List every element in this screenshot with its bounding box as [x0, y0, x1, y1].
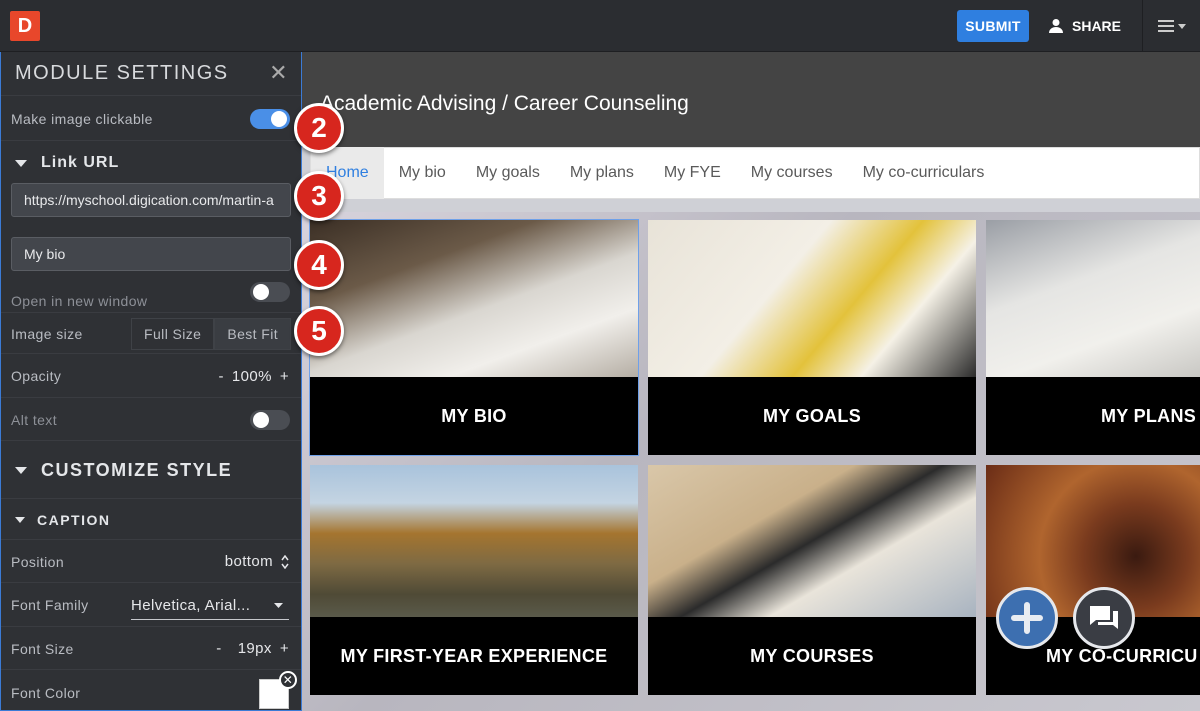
hamburger-icon	[1157, 20, 1174, 32]
main-menu-button[interactable]	[1142, 0, 1200, 52]
nav-my-goals[interactable]: My goals	[461, 147, 555, 199]
font-family-label: Font Family	[11, 597, 89, 613]
font-color-row: Font Color ✕	[1, 671, 301, 710]
tile-my-plans[interactable]: MY PLANS	[986, 220, 1200, 455]
plus-icon	[1011, 602, 1043, 634]
close-icon[interactable]: ✕	[269, 62, 289, 84]
nav-my-fye[interactable]: My FYE	[649, 147, 736, 199]
site-nav: Home My bio My goals My plans My FYE My …	[310, 147, 1200, 199]
link-text-field[interactable]: My bio	[11, 237, 291, 271]
callout-badge: 5	[294, 306, 344, 356]
tile-my-goals[interactable]: MY GOALS	[648, 220, 976, 455]
campus-bridge-image	[310, 465, 638, 617]
tile-my-co-curriculars[interactable]: MY CO-CURRICU	[986, 465, 1200, 695]
callout-badge: 2	[294, 103, 344, 153]
opacity-value: 100%	[231, 367, 272, 385]
opacity-label: Opacity	[11, 368, 62, 384]
opacity-row: Opacity - 100% +	[1, 355, 301, 398]
font-size-value: 19px	[237, 640, 272, 657]
clear-color-icon[interactable]: ✕	[279, 671, 297, 689]
tile-my-bio[interactable]: MY BIO	[309, 219, 639, 456]
alt-text-label: Alt text	[11, 411, 57, 428]
nav-my-courses[interactable]: My courses	[736, 147, 848, 199]
tile-caption: MY GOALS	[648, 377, 976, 455]
image-size-label: Image size	[11, 325, 83, 342]
panel-title-row: MODULE SETTINGS ✕	[1, 52, 301, 96]
tile-my-first-year-experience[interactable]: MY FIRST-YEAR EXPERIENCE	[310, 465, 638, 695]
comments-button[interactable]	[1073, 587, 1135, 649]
nav-my-co-curriculars[interactable]: My co-curriculars	[848, 147, 1000, 199]
tile-caption: MY PLANS	[986, 377, 1200, 455]
caption-heading: CAPTION	[37, 511, 111, 528]
font-size-row: Font Size - 19px +	[1, 628, 301, 670]
opacity-stepper: - 100% +	[218, 368, 289, 385]
new-window-toggle[interactable]	[250, 282, 290, 302]
link-url-heading: Link URL	[41, 154, 120, 171]
font-family-select[interactable]: Helvetica, Arial...	[131, 592, 289, 620]
person-icon	[1049, 19, 1063, 33]
best-fit-option[interactable]: Best Fit	[214, 318, 291, 350]
page-preview: Academic Advising / Career Counseling Ho…	[302, 52, 1200, 711]
caret-down-icon	[274, 603, 283, 608]
customize-style-heading: CUSTOMIZE STYLE	[41, 459, 233, 480]
tile-caption: MY FIRST-YEAR EXPERIENCE	[310, 617, 638, 695]
callout-badge: 4	[294, 240, 344, 290]
customize-style-row[interactable]: CUSTOMIZE STYLE	[1, 442, 301, 499]
panel-title: MODULE SETTINGS	[15, 62, 229, 84]
opacity-increase-button[interactable]: +	[280, 368, 289, 385]
full-size-option[interactable]: Full Size	[131, 318, 215, 350]
collapse-triangle-icon	[15, 466, 27, 474]
make-clickable-label: Make image clickable	[11, 110, 153, 127]
position-value: bottom	[224, 553, 273, 570]
new-window-label: Open in new window	[11, 293, 148, 309]
make-clickable-row: Make image clickable	[1, 97, 301, 141]
position-select[interactable]: bottom	[225, 553, 289, 570]
link-url-heading-row[interactable]: Link URL	[1, 142, 301, 184]
collapse-triangle-icon	[15, 159, 27, 167]
submit-button[interactable]: SUBMIT	[957, 10, 1029, 42]
add-module-button[interactable]	[996, 587, 1058, 649]
notebook-pencil-image	[310, 220, 638, 377]
planner-image	[986, 220, 1200, 377]
font-size-label: Font Size	[11, 640, 74, 657]
position-label: Position	[11, 553, 65, 570]
font-color-label: Font Color	[11, 685, 81, 701]
make-clickable-toggle[interactable]	[250, 109, 290, 129]
book-stack-image	[648, 465, 976, 617]
share-button[interactable]: SHARE	[1048, 10, 1121, 42]
position-row: Position bottom	[1, 541, 301, 583]
chat-icon	[1090, 606, 1118, 629]
font-family-row: Font Family Helvetica, Arial...	[1, 584, 301, 627]
tile-my-courses[interactable]: MY COURSES	[648, 465, 976, 695]
callout-badge: 3	[294, 171, 344, 221]
opacity-decrease-button[interactable]: -	[218, 368, 223, 385]
image-size-row: Image size Full Size Best Fit	[1, 314, 301, 354]
font-family-value: Helvetica, Arial...	[131, 597, 251, 614]
module-settings-panel: MODULE SETTINGS ✕ Make image clickable L…	[0, 52, 302, 711]
font-size-stepper: - 19px +	[216, 640, 289, 657]
link-url-field[interactable]: https://myschool.digication.com/martin-a	[11, 183, 291, 217]
tile-caption: MY COURSES	[648, 617, 976, 695]
site-header: Academic Advising / Career Counseling	[302, 52, 1200, 147]
goals-sketch-image	[648, 220, 976, 377]
share-label: SHARE	[1072, 18, 1122, 34]
new-window-row: Open in new window	[1, 272, 301, 313]
alt-text-toggle[interactable]	[250, 410, 290, 430]
top-bar: D SUBMIT SHARE	[0, 0, 1200, 52]
image-size-segmented: Full Size Best Fit	[131, 318, 291, 350]
updown-arrows-icon	[281, 554, 289, 569]
caption-row[interactable]: CAPTION	[1, 500, 301, 540]
collapse-triangle-icon	[15, 516, 25, 523]
nav-my-plans[interactable]: My plans	[555, 147, 649, 199]
site-title: Academic Advising / Career Counseling	[320, 92, 689, 115]
app-logo[interactable]: D	[10, 11, 40, 41]
nav-my-bio[interactable]: My bio	[384, 147, 461, 199]
caret-down-icon	[1177, 23, 1186, 29]
alt-text-row: Alt text	[1, 399, 301, 441]
font-size-decrease-button[interactable]: -	[216, 640, 221, 657]
tile-caption: MY BIO	[310, 377, 638, 455]
font-size-increase-button[interactable]: +	[280, 640, 289, 657]
